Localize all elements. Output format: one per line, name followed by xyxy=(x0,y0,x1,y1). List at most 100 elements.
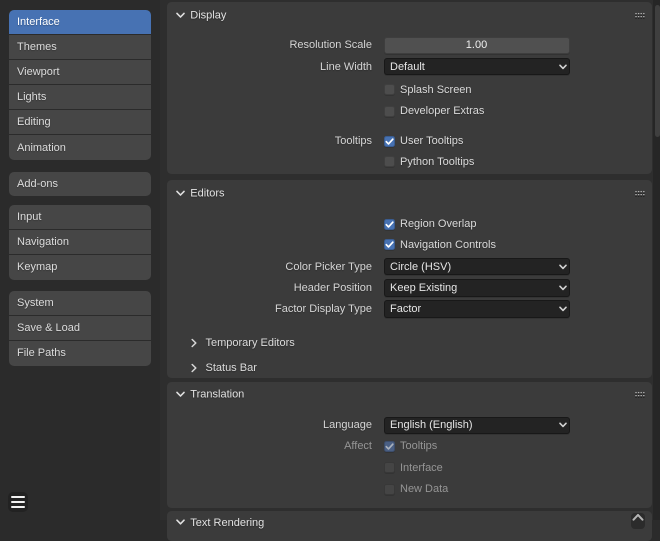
nav-group-input: Input Navigation Keymap xyxy=(9,205,151,280)
checkmark-icon xyxy=(384,219,395,230)
field-label: Factor Display Type xyxy=(167,300,372,318)
sidebar-item-label: System xyxy=(17,297,54,309)
sidebar-item-label: Lights xyxy=(17,91,46,103)
sidebar-item-label: Input xyxy=(17,211,41,223)
checkbox-label: Navigation Controls xyxy=(400,236,496,254)
row-color-picker-type: Color Picker Type Circle (HSV) xyxy=(167,258,652,276)
row-language: Language English (English) xyxy=(167,417,652,435)
checkbox-label: Region Overlap xyxy=(400,215,476,233)
panel-title: Text Rendering xyxy=(190,516,264,530)
dropdown-value: Keep Existing xyxy=(390,282,457,294)
field-label: Affect xyxy=(167,438,372,456)
sidebar-item-input[interactable]: Input xyxy=(9,205,151,229)
field-label: Tooltips xyxy=(167,133,372,151)
developer-extras-checkbox[interactable] xyxy=(384,106,395,117)
dropdown-value: Factor xyxy=(390,303,421,315)
field-label: Resolution Scale xyxy=(167,37,372,55)
blender-preferences-window: { "sidebar": { "groups": [ { "items": [ … xyxy=(0,0,660,520)
navigation-controls-checkbox[interactable] xyxy=(384,239,395,250)
panel-display-header[interactable]: Display xyxy=(167,2,652,29)
sidebar-item-interface[interactable]: Interface xyxy=(9,10,151,34)
slider-value: 1.00 xyxy=(466,39,487,51)
panel-translation: Translation Language English (English) A… xyxy=(167,382,652,509)
chevron-right-icon xyxy=(191,364,197,373)
color-picker-type-dropdown[interactable]: Circle (HSV) xyxy=(384,258,570,276)
row-python-tooltips: Python Tooltips xyxy=(167,153,652,171)
hamburger-menu-icon[interactable] xyxy=(8,492,28,512)
scrollbar-thumb[interactable] xyxy=(655,5,660,137)
chevron-down-icon xyxy=(559,423,567,428)
chevron-down-icon xyxy=(559,307,567,312)
sidebar-item-label: Save & Load xyxy=(17,322,80,334)
sidebar-item-label: Viewport xyxy=(17,66,60,78)
chevron-down-icon xyxy=(559,264,567,269)
chevron-up-icon xyxy=(632,513,644,522)
sidebar-item-themes[interactable]: Themes xyxy=(9,35,151,59)
sidebar-item-animation[interactable]: Animation xyxy=(9,135,151,159)
region-overlap-checkbox[interactable] xyxy=(384,219,395,230)
line-width-dropdown[interactable]: Default xyxy=(384,58,570,76)
affect-new-data-checkbox[interactable] xyxy=(384,484,395,495)
panel-grip-icon[interactable] xyxy=(635,392,646,399)
checkmark-icon xyxy=(384,441,395,452)
sidebar-item-editing[interactable]: Editing xyxy=(9,110,151,134)
language-dropdown[interactable]: English (English) xyxy=(384,417,570,435)
sidebar-item-keymap[interactable]: Keymap xyxy=(9,255,151,279)
checkbox-label: New Data xyxy=(400,480,448,498)
chevron-right-icon xyxy=(191,338,197,347)
field-label: Language xyxy=(167,417,372,435)
row-splash-screen: Splash Screen xyxy=(167,81,652,99)
panel-editors: Editors Region Overlap Navigation Contro… xyxy=(167,180,652,378)
python-tooltips-checkbox[interactable] xyxy=(384,156,395,167)
resolution-scale-slider[interactable]: 1.00 xyxy=(384,37,570,55)
affect-interface-checkbox[interactable] xyxy=(384,462,395,473)
row-affect-new-data: New Data xyxy=(167,480,652,498)
panel-text-rendering-header[interactable]: Text Rendering xyxy=(167,511,652,538)
affect-tooltips-checkbox[interactable] xyxy=(384,441,395,452)
panel-translation-header[interactable]: Translation xyxy=(167,382,652,409)
factor-display-type-dropdown[interactable]: Factor xyxy=(384,300,570,318)
sidebar-item-lights[interactable]: Lights xyxy=(9,85,151,109)
panel-grip-icon[interactable] xyxy=(635,190,646,197)
sidebar-item-label: Keymap xyxy=(17,261,57,273)
preferences-main-region: Display Resolution Scale 1.00 Line Width… xyxy=(160,0,660,520)
row-resolution-scale: Resolution Scale 1.00 xyxy=(167,37,652,55)
subpanel-temporary-editors[interactable]: Temporary Editors xyxy=(167,333,652,353)
checkmark-icon xyxy=(384,136,395,147)
checkbox-label: Python Tooltips xyxy=(400,153,474,171)
sidebar-item-viewport[interactable]: Viewport xyxy=(9,60,151,84)
sidebar-item-label: Interface xyxy=(17,16,60,28)
dropdown-value: English (English) xyxy=(390,419,473,431)
row-line-width: Line Width Default xyxy=(167,58,652,76)
sidebar-item-label: Navigation xyxy=(17,236,69,248)
sidebar-item-navigation[interactable]: Navigation xyxy=(9,230,151,254)
dropdown-value: Default xyxy=(390,61,425,73)
sidebar-item-label: Animation xyxy=(17,142,66,154)
row-affect-interface: Interface xyxy=(167,459,652,477)
chevron-down-icon xyxy=(176,519,185,525)
sidebar-item-save-load[interactable]: Save & Load xyxy=(9,316,151,340)
panel-text-rendering: Text Rendering xyxy=(167,511,652,541)
sidebar-item-label: Themes xyxy=(17,41,57,53)
chevron-down-icon xyxy=(559,285,567,290)
panel-grip-icon[interactable] xyxy=(635,12,646,19)
sidebar-item-system[interactable]: System xyxy=(9,291,151,315)
user-tooltips-checkbox[interactable] xyxy=(384,136,395,147)
header-position-dropdown[interactable]: Keep Existing xyxy=(384,279,570,297)
row-region-overlap: Region Overlap xyxy=(167,215,652,233)
sidebar-item-file-paths[interactable]: File Paths xyxy=(9,341,151,365)
chevron-down-icon xyxy=(559,64,567,69)
row-header-position: Header Position Keep Existing xyxy=(167,279,652,297)
splash-screen-checkbox[interactable] xyxy=(384,84,395,95)
panel-editors-header[interactable]: Editors xyxy=(167,180,652,207)
scroll-peek-button[interactable] xyxy=(631,513,645,529)
subpanel-status-bar[interactable]: Status Bar xyxy=(167,358,652,378)
panel-title: Editors xyxy=(190,187,224,199)
panel-title: Display xyxy=(190,9,226,21)
sidebar-item-addons[interactable]: Add-ons xyxy=(9,172,151,196)
checkmark-icon xyxy=(384,239,395,250)
nav-group-general: Interface Themes Viewport Lights Editing… xyxy=(9,10,151,160)
dropdown-value: Circle (HSV) xyxy=(390,261,451,273)
field-label: Line Width xyxy=(167,58,372,76)
scrollbar-track[interactable] xyxy=(653,0,660,520)
